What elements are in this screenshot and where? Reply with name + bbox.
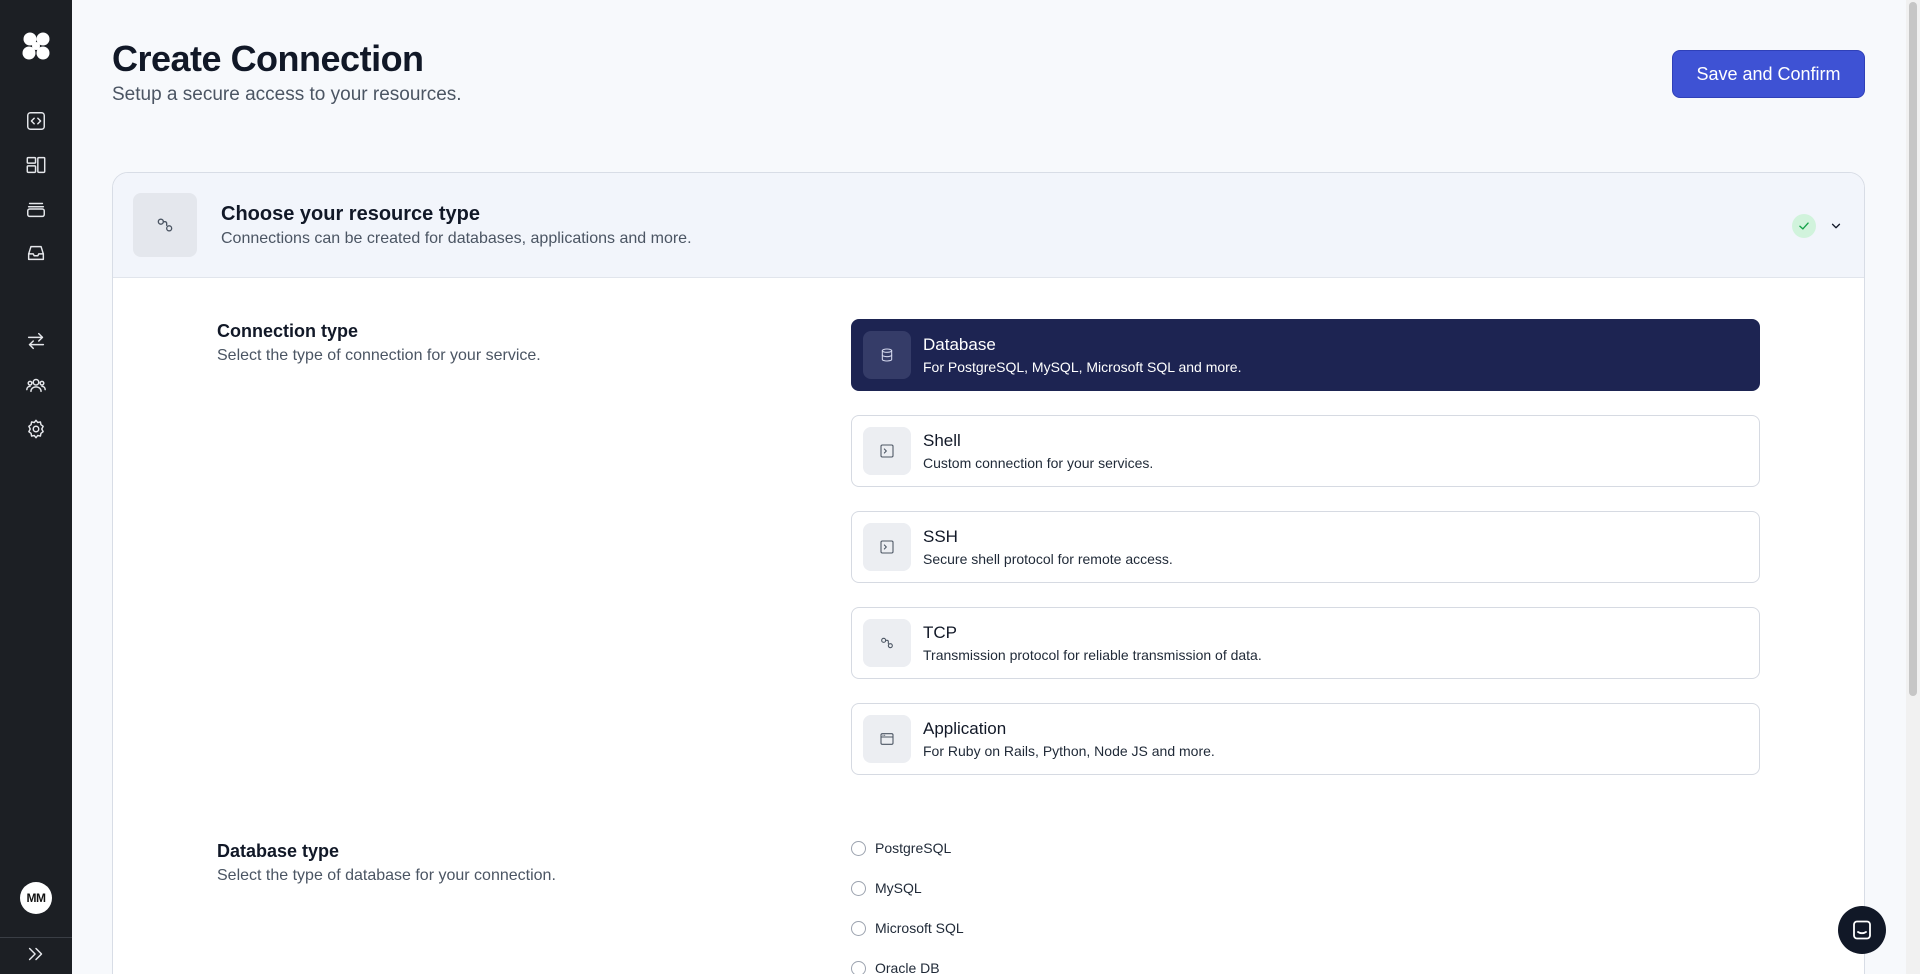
logo-icon[interactable] <box>20 30 52 62</box>
chat-icon <box>1853 920 1871 940</box>
sidebar: MM <box>0 0 72 974</box>
option-application[interactable]: Application For Ruby on Rails, Python, N… <box>851 703 1760 775</box>
chevrons-right-icon <box>28 947 43 961</box>
connection-type-subtitle: Select the type of connection for your s… <box>217 347 541 364</box>
option-shell[interactable]: Shell Custom connection for your service… <box>851 415 1760 487</box>
radio-postgresql[interactable]: PostgreSQL <box>851 837 951 859</box>
inbox-icon <box>27 245 45 261</box>
link-icon <box>863 619 911 667</box>
option-subtitle: Transmission protocol for reliable trans… <box>923 647 1262 663</box>
scrollbar-thumb[interactable] <box>1909 2 1917 696</box>
option-ssh[interactable]: SSH Secure shell protocol for remote acc… <box>851 511 1760 583</box>
chat-launcher-button[interactable] <box>1838 906 1886 954</box>
sidebar-item-layers[interactable] <box>22 195 50 223</box>
gear-icon <box>28 419 44 439</box>
sidebar-item-users[interactable] <box>22 371 50 399</box>
section-subtitle: Connections can be created for databases… <box>221 230 692 247</box>
database-icon <box>863 331 911 379</box>
option-title: Shell <box>923 431 961 450</box>
layout-icon <box>26 156 46 174</box>
sidebar-item-transfer[interactable] <box>22 327 50 355</box>
section-title: Choose your resource type <box>221 203 480 225</box>
radio-button[interactable] <box>851 840 866 856</box>
radio-button[interactable] <box>851 920 866 936</box>
layers-icon <box>27 202 45 218</box>
avatar[interactable]: MM <box>20 882 52 914</box>
radio-button[interactable] <box>851 880 866 896</box>
users-icon <box>26 378 46 393</box>
option-subtitle: Secure shell protocol for remote access. <box>923 551 1173 567</box>
link-icon <box>133 193 197 257</box>
option-subtitle: For Ruby on Rails, Python, Node JS and m… <box>923 743 1215 759</box>
option-title: SSH <box>923 527 958 546</box>
radio-microsoft-sql[interactable]: Microsoft SQL <box>851 917 964 939</box>
option-title: Database <box>923 335 996 354</box>
terminal-icon <box>863 523 911 571</box>
radio-mysql[interactable]: MySQL <box>851 877 922 899</box>
sidebar-item-layout[interactable] <box>22 151 50 179</box>
sidebar-item-inbox[interactable] <box>22 239 50 267</box>
card-header[interactable]: Choose your resource type Connections ca… <box>113 173 1864 278</box>
browser-icon <box>863 715 911 763</box>
option-title: Application <box>923 719 1007 738</box>
option-tcp[interactable]: TCP Transmission protocol for reliable t… <box>851 607 1760 679</box>
sidebar-item-settings[interactable] <box>22 415 50 443</box>
terminal-icon <box>863 427 911 475</box>
chevron-down-icon[interactable] <box>1825 215 1847 237</box>
page-title: Create Connection <box>112 38 424 79</box>
transfer-icon <box>27 332 45 350</box>
option-database[interactable]: Database For PostgreSQL, MySQL, Microsof… <box>851 319 1760 391</box>
database-type-title: Database type <box>217 841 340 861</box>
radio-label: PostgreSQL <box>875 840 952 856</box>
option-title: TCP <box>923 623 957 642</box>
scrollbar[interactable] <box>1906 0 1920 974</box>
page-subtitle: Setup a secure access to your resources. <box>112 84 462 105</box>
check-icon <box>1792 214 1816 238</box>
radio-oracle-db[interactable]: Oracle DB <box>851 957 940 974</box>
code-icon <box>27 112 45 130</box>
option-subtitle: Custom connection for your services. <box>923 455 1154 471</box>
sidebar-divider <box>0 937 72 938</box>
option-subtitle: For PostgreSQL, MySQL, Microsoft SQL and… <box>923 359 1242 375</box>
radio-label: Oracle DB <box>875 960 940 974</box>
database-type-subtitle: Select the type of database for your con… <box>217 867 556 884</box>
save-and-confirm-button[interactable]: Save and Confirm <box>1672 50 1865 98</box>
resource-type-card: Choose your resource type Connections ca… <box>112 172 1865 974</box>
expand-sidebar-button[interactable] <box>22 940 50 968</box>
radio-label: Microsoft SQL <box>875 920 964 936</box>
connection-type-title: Connection type <box>217 321 359 341</box>
radio-button[interactable] <box>851 960 866 974</box>
radio-label: MySQL <box>875 880 922 896</box>
sidebar-item-code[interactable] <box>22 107 50 135</box>
